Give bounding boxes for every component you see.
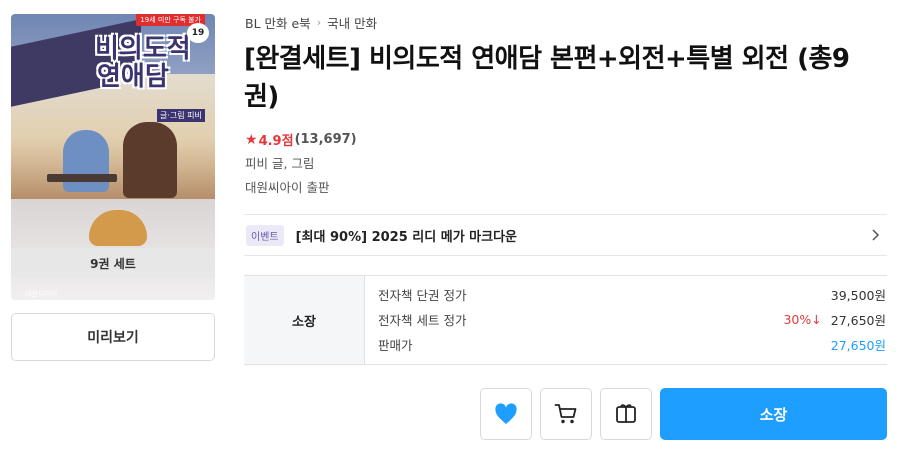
- gift-button[interactable]: [600, 388, 652, 440]
- publisher-link[interactable]: 대원씨아이 출판: [245, 177, 329, 196]
- price-table: 소장 전자책 단권 정가 39,500원 전자책 세트 정가 30%↓ 27,6…: [244, 275, 887, 365]
- event-text: [최대 90%] 2025 리디 메가 마크다운: [295, 229, 518, 245]
- book-cover[interactable]: 비의도적 연애담 글·그림 피비 19세 미만 구독 불가 19 9권 세트 대…: [11, 14, 215, 300]
- price-row-sale: 판매가 27,650원: [378, 335, 886, 353]
- cover-art-table: [47, 174, 117, 182]
- author-link[interactable]: 피비 글, 그림: [245, 153, 314, 172]
- heart-icon: [495, 403, 517, 424]
- price-section-label: 소장: [244, 276, 365, 364]
- discount-rate: 30%↓: [783, 311, 822, 327]
- buy-own-button[interactable]: 소장: [660, 388, 887, 440]
- price-row-single-list: 전자책 단권 정가 39,500원: [378, 285, 886, 303]
- wishlist-button[interactable]: [480, 388, 532, 440]
- event-badge: 이벤트: [246, 224, 284, 246]
- cart-icon: [554, 404, 577, 424]
- chevron-right-icon: [872, 229, 880, 241]
- product-title: [완결세트] 비의도적 연애담 본편+외전+특별 외전 (총9권): [244, 44, 850, 112]
- price-label: 판매가: [378, 337, 413, 353]
- breadcrumb-item-bl-comics[interactable]: BL 만화 e북: [245, 13, 311, 32]
- cover-title: 비의도적 연애담: [95, 34, 191, 92]
- rating-score: 4.9점: [258, 134, 294, 149]
- price-value: 39,500원: [830, 287, 886, 303]
- breadcrumb-item-domestic-comics[interactable]: 국내 만화: [327, 13, 377, 32]
- cover-art-figure-left: [63, 130, 109, 192]
- cart-button[interactable]: [540, 388, 592, 440]
- set-count-label: 9권 세트: [11, 248, 215, 278]
- breadcrumb-separator-icon: ›: [316, 16, 322, 29]
- breadcrumb: BL 만화 e북 › 국내 만화: [245, 13, 377, 32]
- price-value: 27,650원: [830, 312, 886, 328]
- sale-price-value: 27,650원: [830, 337, 886, 353]
- price-label: 전자책 단권 정가: [378, 287, 467, 303]
- gift-icon: [616, 404, 636, 423]
- publisher-logo: 대원씨아이: [25, 290, 58, 298]
- cover-author-tag: 글·그림 피비: [157, 109, 205, 122]
- rating-count: (13,697): [294, 132, 357, 147]
- event-banner[interactable]: 이벤트 [최대 90%] 2025 리디 메가 마크다운: [244, 214, 887, 256]
- star-icon: ★: [245, 131, 258, 148]
- preview-button[interactable]: 미리보기: [11, 313, 215, 361]
- cover-art-figure-right: [123, 122, 177, 198]
- price-row-set-list: 전자책 세트 정가 30%↓ 27,650원: [378, 310, 886, 328]
- rating[interactable]: ★ 4.9점 (13,697): [245, 130, 357, 150]
- price-label: 전자책 세트 정가: [378, 312, 467, 328]
- age-19-badge: 19: [187, 23, 209, 43]
